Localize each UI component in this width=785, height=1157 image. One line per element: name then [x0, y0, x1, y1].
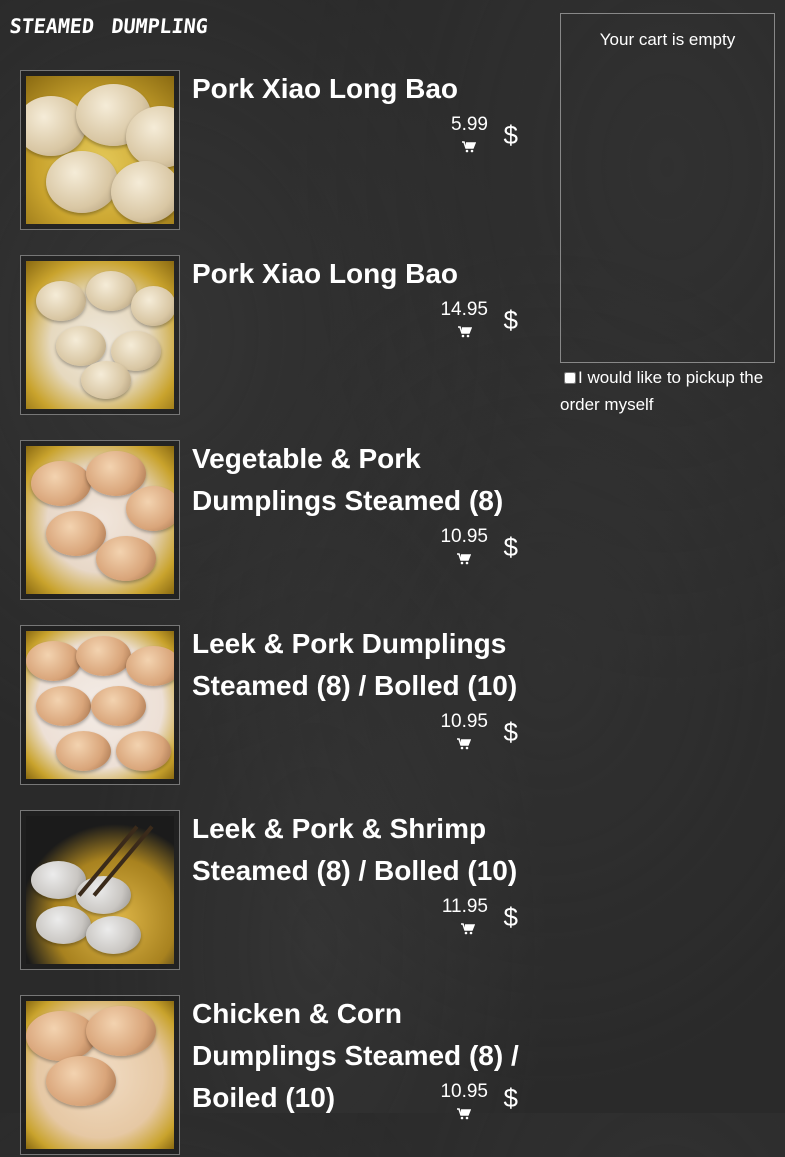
item-price: 10.95 [440, 1081, 488, 1102]
currency-symbol: $ [503, 120, 518, 150]
shopping-cart-icon[interactable] [457, 738, 471, 750]
pickup-option: I would like to pickup the order myself [560, 364, 775, 418]
dish-image[interactable] [20, 440, 180, 600]
shopping-cart-icon[interactable] [457, 553, 471, 565]
pickup-label: I would like to pickup the order myself [560, 368, 764, 414]
cart-panel: Your cart is empty [560, 13, 775, 363]
dish-image[interactable] [20, 625, 180, 785]
item-price: 11.95 [441, 896, 488, 917]
shopping-cart-icon[interactable] [462, 141, 476, 153]
currency-symbol: $ [503, 305, 518, 335]
item-name: Pork Xiao Long Bao [192, 73, 459, 104]
menu-item: Leek & Pork Dumplings Steamed (8) / Boll… [20, 625, 540, 787]
dish-image[interactable] [20, 70, 180, 230]
currency-symbol: $ [503, 902, 518, 932]
item-price: 10.95 [440, 526, 488, 547]
currency-symbol: $ [503, 1083, 518, 1113]
item-name: Leek & Pork Dumplings Steamed (8) / Boll… [192, 628, 518, 701]
dish-image[interactable] [20, 810, 180, 970]
shopping-cart-icon[interactable] [457, 1108, 471, 1120]
item-price: 14.95 [440, 299, 488, 320]
shopping-cart-icon[interactable] [461, 923, 475, 935]
currency-symbol: $ [503, 717, 518, 747]
item-price: 5.99 [451, 114, 488, 135]
currency-symbol: $ [503, 532, 518, 562]
item-name: Vegetable & Pork Dumplings Steamed (8) [192, 443, 504, 516]
cart-empty-message: Your cart is empty [599, 30, 736, 49]
menu-item: Vegetable & Pork Dumplings Steamed (8) 1… [20, 440, 540, 602]
pickup-checkbox[interactable] [564, 372, 576, 384]
menu-item: Pork Xiao Long Bao 5.99 $ [20, 70, 540, 232]
menu-item: Leek & Pork & Shrimp Steamed (8) / Bolle… [20, 810, 540, 972]
section-title: steamed dumpling [8, 6, 210, 40]
item-name: Pork Xiao Long Bao [192, 258, 459, 289]
dish-image[interactable] [20, 995, 180, 1155]
menu-item: Chicken & Corn Dumplings Steamed (8) / B… [20, 995, 540, 1157]
shopping-cart-icon[interactable] [458, 326, 472, 338]
item-price: 10.95 [440, 711, 488, 732]
item-name: Leek & Pork & Shrimp Steamed (8) / Bolle… [192, 813, 518, 886]
menu-item: Pork Xiao Long Bao 14.95 $ [20, 255, 540, 417]
dish-image[interactable] [20, 255, 180, 415]
